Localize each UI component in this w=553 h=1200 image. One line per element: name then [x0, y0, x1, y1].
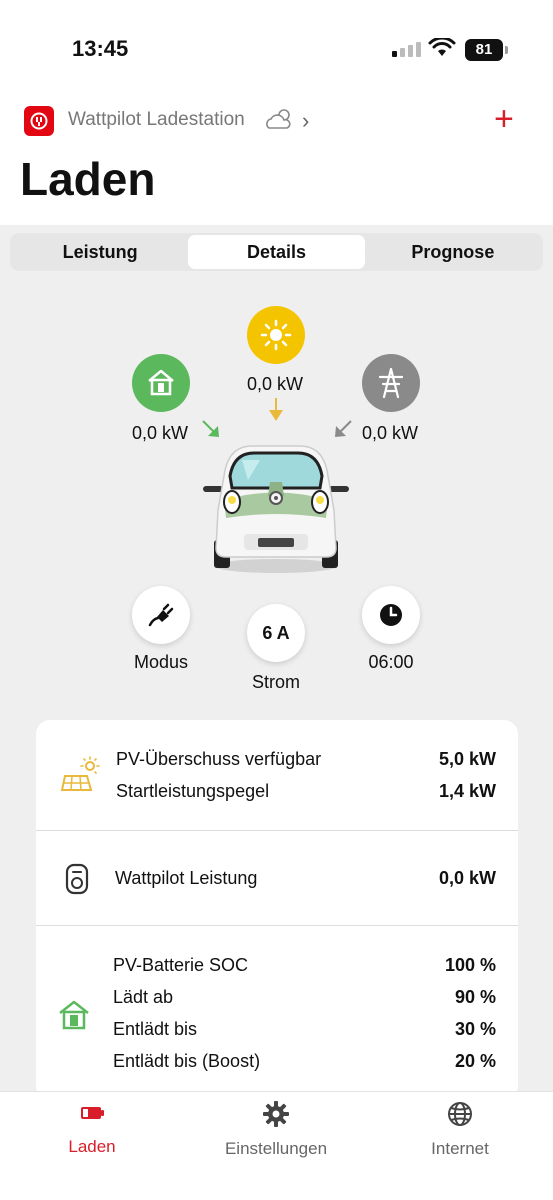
pv-surplus-value: 5,0 kW — [438, 749, 496, 769]
wattpilot-logo-icon[interactable] — [24, 106, 54, 136]
solar-panel-icon — [60, 756, 100, 791]
charges-from-label: Lädt ab — [113, 987, 174, 1007]
nav-laden[interactable]: Laden — [12, 1100, 172, 1157]
station-name[interactable]: Wattpilot Ladestation — [68, 109, 245, 131]
mode-button[interactable] — [132, 586, 190, 644]
plug-icon — [148, 603, 174, 627]
battery-indicator: 81 — [465, 39, 508, 61]
battery-soc-label: PV-Batterie SOC — [113, 955, 249, 975]
nav-einstellungen[interactable]: Einstellungen — [196, 1100, 356, 1159]
details-card: PV-Überschuss verfügbar 5,0 kW Startleis… — [36, 720, 518, 1100]
current-label: Strom — [251, 672, 300, 692]
house-power-value: 0,0 kW — [132, 423, 189, 443]
grid-node[interactable] — [362, 354, 420, 412]
house-node[interactable] — [132, 354, 190, 412]
solar-power-value: 0,0 kW — [247, 374, 304, 394]
solar-arrow-icon — [269, 398, 283, 421]
start-level-label: Startleistungspegel — [116, 781, 270, 801]
house-battery-icon — [59, 1000, 89, 1030]
discharges-to-value: 30 % — [454, 1019, 496, 1039]
wifi-icon — [428, 38, 456, 56]
chevron-right-icon[interactable]: › — [302, 108, 309, 134]
energy-flow: 0,0 kW 0,0 kW 0,0 kW Modus 6 A Strom 06:… — [0, 280, 553, 700]
tab-details[interactable]: Details — [188, 235, 365, 269]
tab-leistung[interactable]: Leistung — [12, 235, 188, 269]
discharges-to-boost-value: 20 % — [454, 1051, 496, 1071]
wattpilot-icon — [65, 863, 89, 895]
wattpilot-power-label: Wattpilot Leistung — [115, 868, 258, 888]
cloud-sun-icon — [266, 109, 291, 129]
header: Wattpilot Ladestation › + Laden — [0, 90, 553, 225]
wattpilot-power-value: 0,0 kW — [438, 868, 496, 888]
start-level-value: 1,4 kW — [438, 781, 496, 801]
power-pylon-icon — [378, 367, 404, 399]
segmented-tabs: Leistung Details Prognose — [10, 233, 543, 271]
car-illustration — [203, 445, 349, 573]
status-bar: 13:45 81 — [0, 0, 553, 90]
discharges-to-boost-label: Entlädt bis (Boost) — [113, 1051, 261, 1071]
discharges-to-label: Entlädt bis — [113, 1019, 198, 1039]
tab-prognose[interactable]: Prognose — [365, 235, 541, 269]
house-battery-icon — [148, 369, 174, 396]
nav-internet[interactable]: Internet — [380, 1100, 540, 1159]
schedule-time: 06:00 — [368, 652, 414, 672]
page-title: Laden — [20, 153, 156, 205]
pv-surplus-label: PV-Überschuss verfügbar — [116, 749, 322, 769]
charges-from-value: 90 % — [454, 987, 496, 1007]
house-arrow-icon — [202, 420, 219, 437]
battery-soc-value: 100 % — [444, 955, 496, 975]
globe-icon — [448, 1102, 472, 1126]
nav-laden-label: Laden — [68, 1137, 116, 1156]
nav-einstellungen-label: Einstellungen — [224, 1139, 328, 1158]
grid-arrow-icon — [335, 420, 352, 437]
bottom-nav: Laden Einstellungen Internet — [0, 1091, 553, 1200]
charging-battery-icon — [81, 1107, 104, 1119]
status-time: 13:45 — [72, 36, 129, 61]
add-button[interactable]: + — [494, 102, 514, 136]
mode-label: Modus — [133, 652, 189, 672]
gear-icon — [263, 1101, 289, 1127]
grid-power-value: 0,0 kW — [362, 423, 419, 443]
divider — [36, 830, 518, 831]
divider — [36, 925, 518, 926]
current-value: 6 A — [262, 622, 290, 643]
clock-icon — [380, 604, 402, 626]
nav-internet-label: Internet — [431, 1139, 489, 1158]
sun-icon — [260, 319, 292, 351]
current-button[interactable]: 6 A — [247, 604, 305, 662]
schedule-button[interactable] — [362, 586, 420, 644]
cellular-signal-icon — [392, 42, 421, 57]
solar-node[interactable] — [247, 306, 305, 364]
